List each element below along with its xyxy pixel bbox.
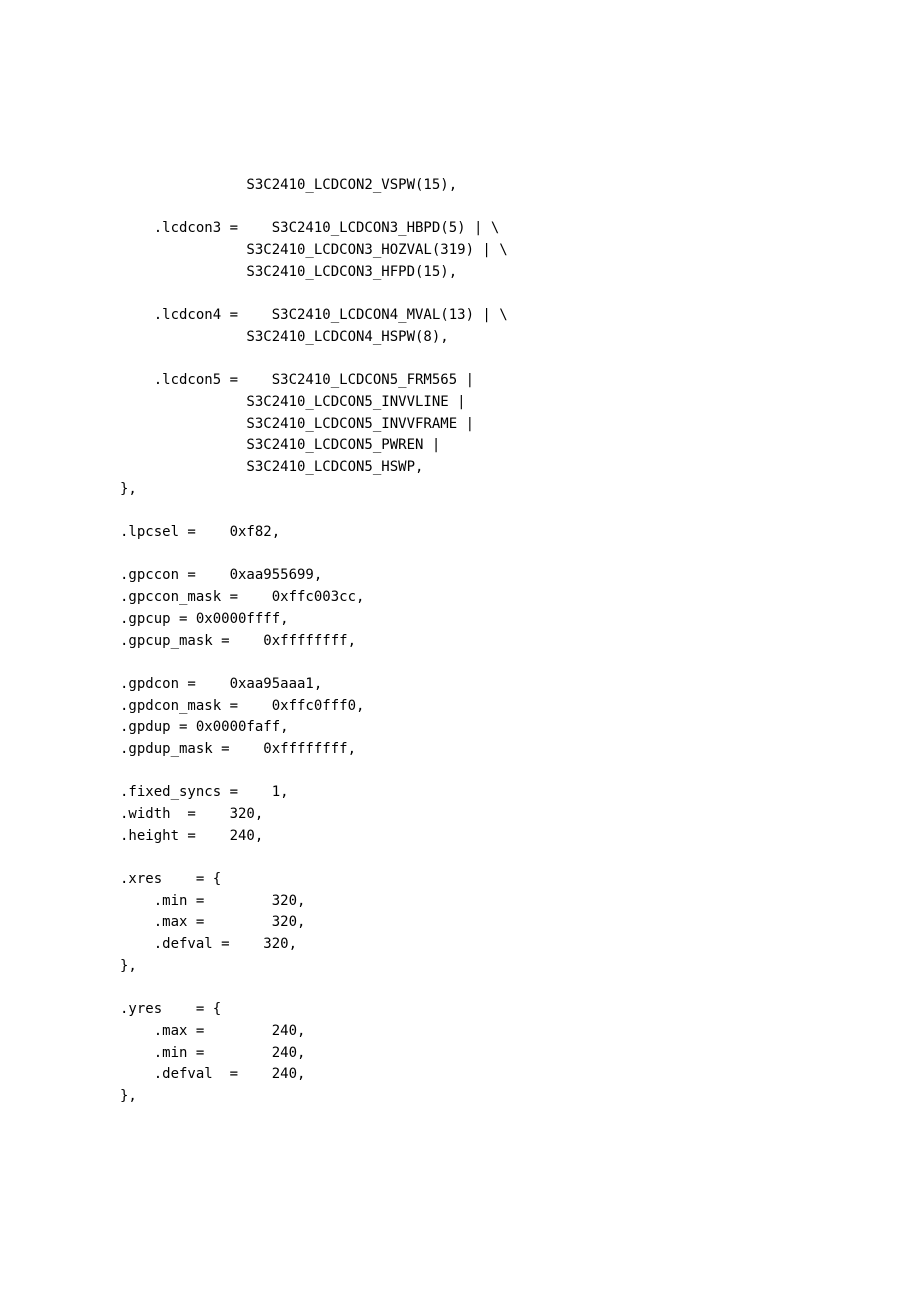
code-block: S3C2410_LCDCON2_VSPW(15), .lcdcon3 = S3C…: [120, 175, 880, 1108]
